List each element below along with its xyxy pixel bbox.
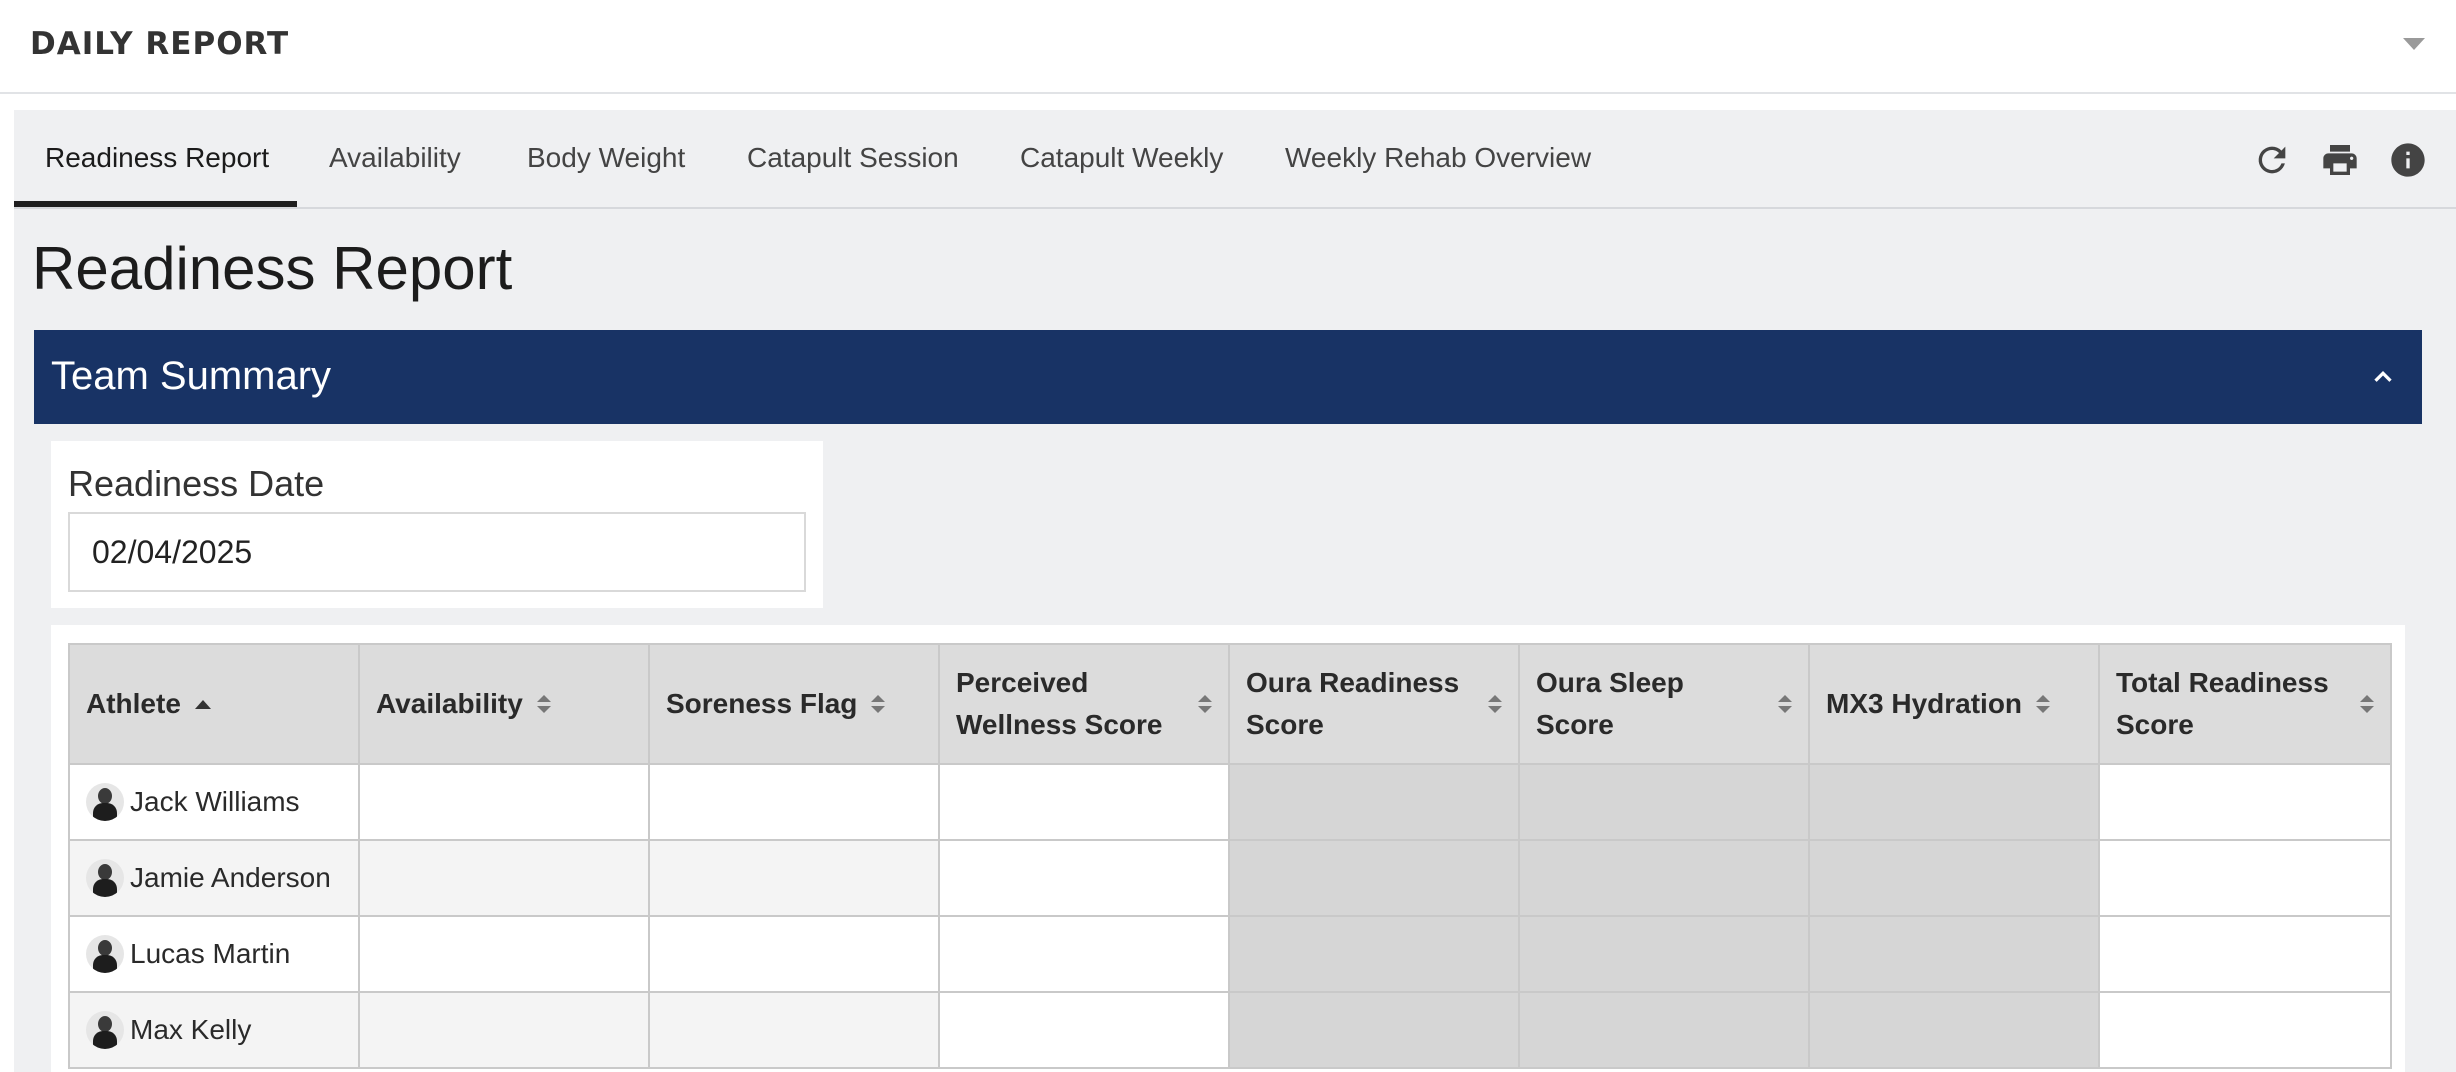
table-row: Jamie Anderson bbox=[68, 839, 2392, 917]
column-header-athlete[interactable]: Athlete bbox=[68, 643, 360, 765]
readiness-date-filter: Readiness Date bbox=[51, 441, 823, 608]
sort-icon bbox=[2036, 695, 2051, 713]
oura-sleep-cell bbox=[1518, 839, 1810, 917]
page-title: Readiness Report bbox=[32, 235, 513, 302]
print-icon[interactable] bbox=[2320, 140, 2360, 180]
column-label: MX3 Hydration bbox=[1826, 688, 2023, 719]
mx3-hydration-cell bbox=[1808, 991, 2100, 1069]
info-icon[interactable] bbox=[2388, 140, 2428, 180]
column-header-soreness-flag[interactable]: Soreness Flag bbox=[648, 643, 940, 765]
column-label: Oura Readiness Score bbox=[1246, 667, 1460, 740]
table-header-row: Athlete Availability Soreness Flag Perce… bbox=[68, 643, 2392, 765]
column-header-perceived-wellness-score[interactable]: Perceived Wellness Score bbox=[938, 643, 1230, 765]
readiness-table: Athlete Availability Soreness Flag Perce… bbox=[68, 643, 2392, 1069]
perceived-wellness-cell bbox=[938, 763, 1230, 841]
column-label: Soreness Flag bbox=[666, 688, 858, 719]
mx3-hydration-cell bbox=[1808, 915, 2100, 993]
readiness-table-card: Athlete Availability Soreness Flag Perce… bbox=[51, 625, 2405, 1072]
oura-readiness-cell bbox=[1228, 991, 1520, 1069]
oura-sleep-cell bbox=[1518, 991, 1810, 1069]
perceived-wellness-cell bbox=[938, 991, 1230, 1069]
avatar bbox=[86, 859, 124, 897]
column-label: Availability bbox=[376, 688, 523, 719]
soreness-flag-cell bbox=[648, 763, 940, 841]
column-header-availability[interactable]: Availability bbox=[358, 643, 650, 765]
chevron-up-icon[interactable] bbox=[2368, 362, 2398, 392]
athlete-name: Lucas Martin bbox=[130, 938, 291, 969]
column-header-oura-sleep-score[interactable]: Oura Sleep Score bbox=[1518, 643, 1810, 765]
table-row: Jack Williams bbox=[68, 763, 2392, 841]
mx3-hydration-cell bbox=[1808, 763, 2100, 841]
tab-availability[interactable]: Availability bbox=[329, 142, 461, 174]
athlete-cell[interactable]: Jack Williams bbox=[68, 763, 360, 841]
column-header-mx3-hydration[interactable]: MX3 Hydration bbox=[1808, 643, 2100, 765]
athlete-name: Jack Williams bbox=[130, 786, 300, 817]
athlete-name: Jamie Anderson bbox=[130, 862, 331, 893]
total-readiness-cell bbox=[2098, 991, 2392, 1069]
readiness-date-label: Readiness Date bbox=[68, 463, 325, 504]
table-row: Max Kelly bbox=[68, 991, 2392, 1069]
tab-catapult-session[interactable]: Catapult Session bbox=[747, 142, 959, 174]
avatar bbox=[86, 1011, 124, 1049]
sort-ascending-icon bbox=[194, 699, 211, 709]
oura-readiness-cell bbox=[1228, 839, 1520, 917]
team-summary-header[interactable]: Team Summary bbox=[34, 330, 2422, 424]
table-row: Lucas Martin bbox=[68, 915, 2392, 993]
column-header-oura-readiness-score[interactable]: Oura Readiness Score bbox=[1228, 643, 1520, 765]
availability-cell bbox=[358, 839, 650, 917]
sort-icon bbox=[2360, 695, 2374, 713]
athlete-name: Max Kelly bbox=[130, 1014, 252, 1045]
perceived-wellness-cell bbox=[938, 839, 1230, 917]
availability-cell bbox=[358, 763, 650, 841]
sort-icon bbox=[536, 695, 551, 713]
app-title: DAILY REPORT bbox=[30, 26, 290, 62]
column-label: Oura Sleep Score bbox=[1536, 667, 1684, 740]
column-label: Athlete bbox=[86, 688, 181, 719]
athlete-cell[interactable]: Jamie Anderson bbox=[68, 839, 360, 917]
athlete-cell[interactable]: Max Kelly bbox=[68, 991, 360, 1069]
report-container: Readiness Report Availability Body Weigh… bbox=[14, 110, 2456, 1072]
soreness-flag-cell bbox=[648, 991, 940, 1069]
avatar bbox=[86, 783, 124, 821]
tab-bar: Readiness Report Availability Body Weigh… bbox=[14, 110, 2456, 209]
sort-icon bbox=[1488, 695, 1502, 713]
tab-readiness-report[interactable]: Readiness Report bbox=[45, 142, 269, 174]
oura-readiness-cell bbox=[1228, 763, 1520, 841]
refresh-icon[interactable] bbox=[2252, 140, 2292, 180]
sort-icon bbox=[1778, 695, 1792, 713]
team-summary-label: Team Summary bbox=[51, 354, 332, 398]
oura-readiness-cell bbox=[1228, 915, 1520, 993]
column-label: Total Readiness Score bbox=[2116, 667, 2329, 740]
athlete-cell[interactable]: Lucas Martin bbox=[68, 915, 360, 993]
active-tab-indicator bbox=[14, 201, 297, 207]
total-readiness-cell bbox=[2098, 763, 2392, 841]
perceived-wellness-cell bbox=[938, 915, 1230, 993]
column-label: Perceived Wellness Score bbox=[956, 667, 1163, 740]
soreness-flag-cell bbox=[648, 839, 940, 917]
readiness-date-input[interactable] bbox=[68, 512, 806, 592]
oura-sleep-cell bbox=[1518, 915, 1810, 993]
sort-icon bbox=[871, 695, 886, 713]
app-header: DAILY REPORT bbox=[0, 0, 2456, 94]
chevron-down-icon[interactable] bbox=[2403, 38, 2425, 50]
soreness-flag-cell bbox=[648, 915, 940, 993]
mx3-hydration-cell bbox=[1808, 839, 2100, 917]
availability-cell bbox=[358, 915, 650, 993]
column-header-total-readiness-score[interactable]: Total Readiness Score bbox=[2098, 643, 2392, 765]
total-readiness-cell bbox=[2098, 915, 2392, 993]
sort-icon bbox=[1198, 695, 1212, 713]
oura-sleep-cell bbox=[1518, 763, 1810, 841]
avatar bbox=[86, 935, 124, 973]
tab-body-weight[interactable]: Body Weight bbox=[527, 142, 685, 174]
tab-catapult-weekly[interactable]: Catapult Weekly bbox=[1020, 142, 1223, 174]
total-readiness-cell bbox=[2098, 839, 2392, 917]
availability-cell bbox=[358, 991, 650, 1069]
tab-weekly-rehab-overview[interactable]: Weekly Rehab Overview bbox=[1285, 142, 1591, 174]
